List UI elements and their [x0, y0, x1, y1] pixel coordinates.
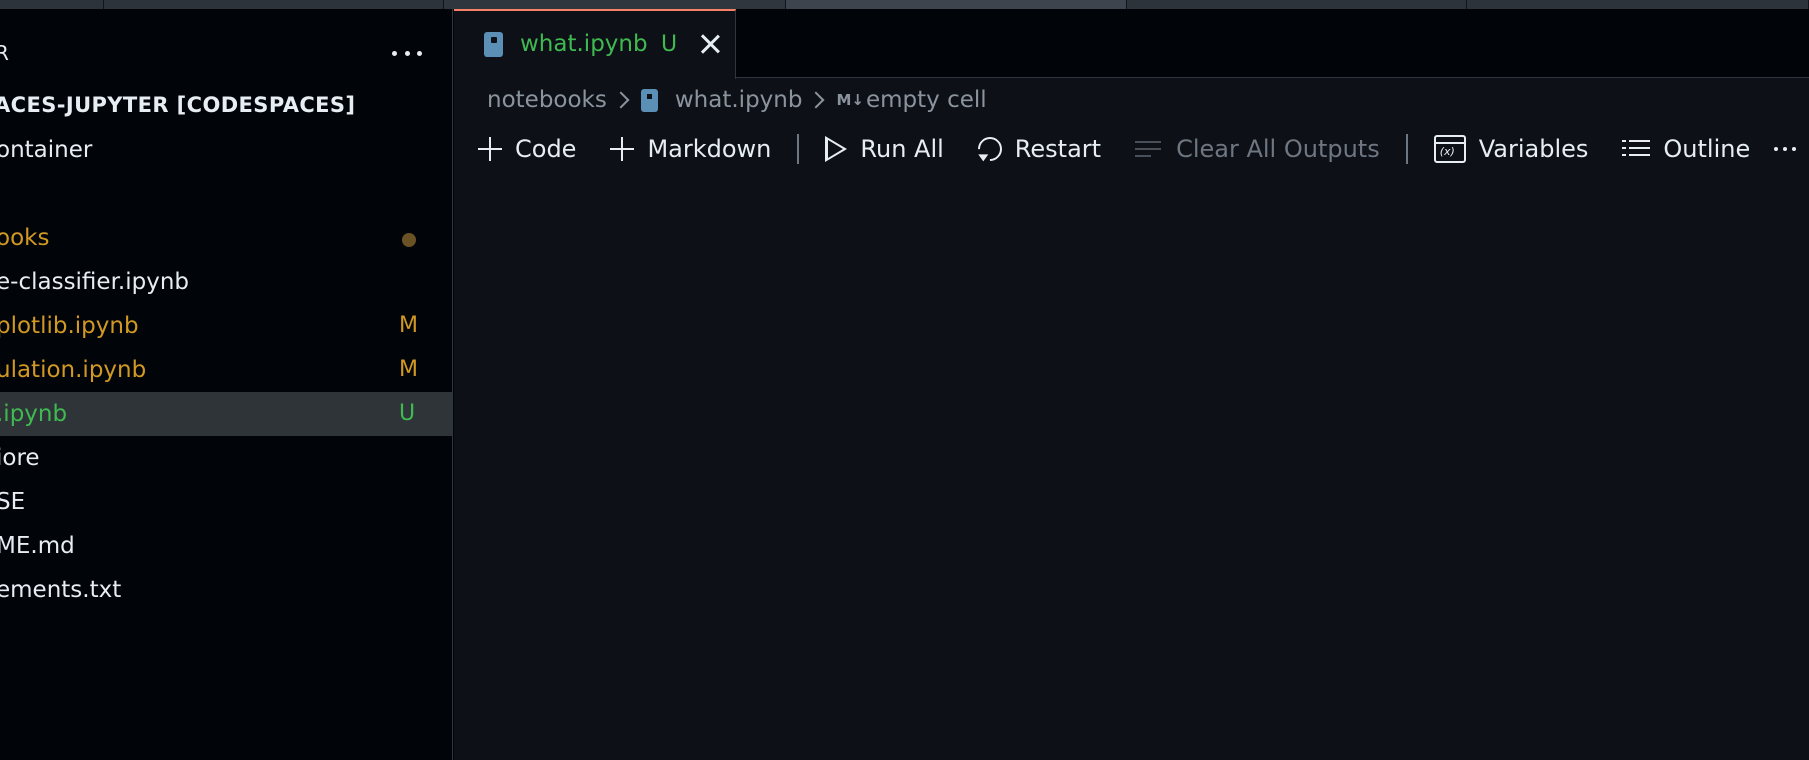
tree-item-label: ME.md	[0, 533, 75, 559]
tab-what-ipynb[interactable]: what.ipynb U	[454, 9, 736, 79]
top-strip-segment	[1127, 0, 1467, 9]
outline-label: Outline	[1663, 135, 1751, 163]
clear-outputs-label: Clear All Outputs	[1176, 135, 1380, 163]
top-strip-segment	[104, 0, 444, 9]
tree-item-label: ulation.ipynb	[0, 357, 147, 383]
breadcrumb-file[interactable]: what.ipynb	[675, 87, 803, 113]
tree-item-license[interactable]: SE	[0, 480, 452, 524]
explorer-title: R	[0, 41, 9, 65]
add-markdown-cell-button[interactable]: Markdown	[606, 129, 775, 169]
tree-item-devcontainer[interactable]: ontainer	[0, 128, 452, 172]
editor-tab-bar: what.ipynb U	[454, 9, 1809, 79]
markdown-icon: M↓	[836, 91, 864, 109]
tab-git-status: U	[661, 32, 678, 57]
tree-item-label: ooks	[0, 225, 50, 251]
variables-button[interactable]: Variables	[1430, 129, 1593, 169]
notebook-icon	[640, 88, 658, 112]
plus-icon	[610, 137, 635, 161]
explorer-sidebar: R ACES-JUPYTER [CODESPACES] ontainer ook…	[0, 9, 453, 760]
notebook-icon	[484, 32, 503, 57]
notebook-editor: what.ipynb U notebooks what.ipynb M↓ emp…	[454, 9, 1809, 760]
notebook-toolbar: Code Markdown Run All Restart Clear All …	[474, 129, 1797, 169]
chevron-right-icon	[612, 91, 630, 109]
restart-icon	[972, 132, 1007, 166]
clear-outputs-icon	[1135, 139, 1163, 159]
more-actions-icon[interactable]	[392, 41, 422, 65]
run-all-icon	[825, 136, 848, 162]
git-status-badge: M	[399, 357, 418, 382]
tree-item-requirements[interactable]: ements.txt	[0, 568, 452, 612]
breadcrumb: notebooks what.ipynb M↓ empty cell	[487, 83, 987, 117]
breadcrumb-cell[interactable]: empty cell	[866, 87, 987, 113]
workspace-root-label: ACES-JUPYTER [CODESPACES]	[0, 93, 356, 117]
top-strip-segment	[786, 0, 1127, 9]
tab-label: what.ipynb	[520, 31, 648, 57]
tree-item-label: .ipynb	[0, 401, 68, 427]
add-code-label: Code	[515, 135, 577, 163]
chevron-right-icon	[807, 91, 825, 109]
tree-item-label: SE	[0, 489, 26, 515]
tree-item-label: e-classifier.ipynb	[0, 269, 190, 295]
list-icon	[1622, 138, 1651, 160]
tree-item-label: ements.txt	[0, 577, 122, 603]
variables-icon	[1433, 135, 1466, 163]
tree-item-label: ontainer	[0, 137, 93, 163]
outline-button[interactable]: Outline	[1618, 129, 1754, 169]
more-actions-icon[interactable]	[1774, 147, 1797, 151]
tree-item-gitignore[interactable]: iore	[0, 436, 452, 480]
tree-item-label: plotlib.ipynb	[0, 313, 139, 339]
tree-item-matplotlib-notebook[interactable]: plotlib.ipynb M	[0, 304, 452, 348]
tree-item-label: iore	[0, 445, 40, 471]
git-status-badge: M	[399, 313, 418, 338]
breadcrumb-folder[interactable]: notebooks	[487, 87, 607, 113]
restart-kernel-button[interactable]: Restart	[972, 129, 1105, 169]
run-all-button[interactable]: Run All	[821, 129, 947, 169]
variables-label: Variables	[1478, 135, 1589, 163]
explorer-header: R	[0, 33, 452, 73]
tree-item-readme[interactable]: ME.md	[0, 524, 452, 568]
top-strip-segment	[444, 0, 786, 9]
window-top-strip	[0, 0, 1809, 9]
tree-item-notebooks-folder[interactable]: ooks	[0, 216, 452, 260]
plus-icon	[478, 137, 502, 161]
tree-item-classifier-notebook[interactable]: e-classifier.ipynb	[0, 260, 452, 304]
top-strip-segment	[0, 0, 104, 9]
toolbar-separator	[797, 134, 800, 164]
add-code-cell-button[interactable]: Code	[474, 129, 580, 169]
clear-all-outputs-button[interactable]: Clear All Outputs	[1131, 129, 1384, 169]
close-icon[interactable]	[695, 29, 725, 59]
add-markdown-label: Markdown	[647, 135, 772, 163]
tree-item-population-notebook[interactable]: ulation.ipynb M	[0, 348, 452, 392]
toolbar-separator	[1405, 134, 1408, 164]
git-status-badge: U	[399, 401, 416, 426]
workspace-root[interactable]: ACES-JUPYTER [CODESPACES]	[0, 84, 452, 128]
restart-label: Restart	[1014, 135, 1102, 163]
top-strip-segment	[1467, 0, 1809, 9]
tree-item-what-notebook[interactable]: .ipynb U	[0, 392, 452, 436]
modified-dot-icon	[402, 233, 416, 247]
run-all-label: Run All	[860, 135, 944, 163]
